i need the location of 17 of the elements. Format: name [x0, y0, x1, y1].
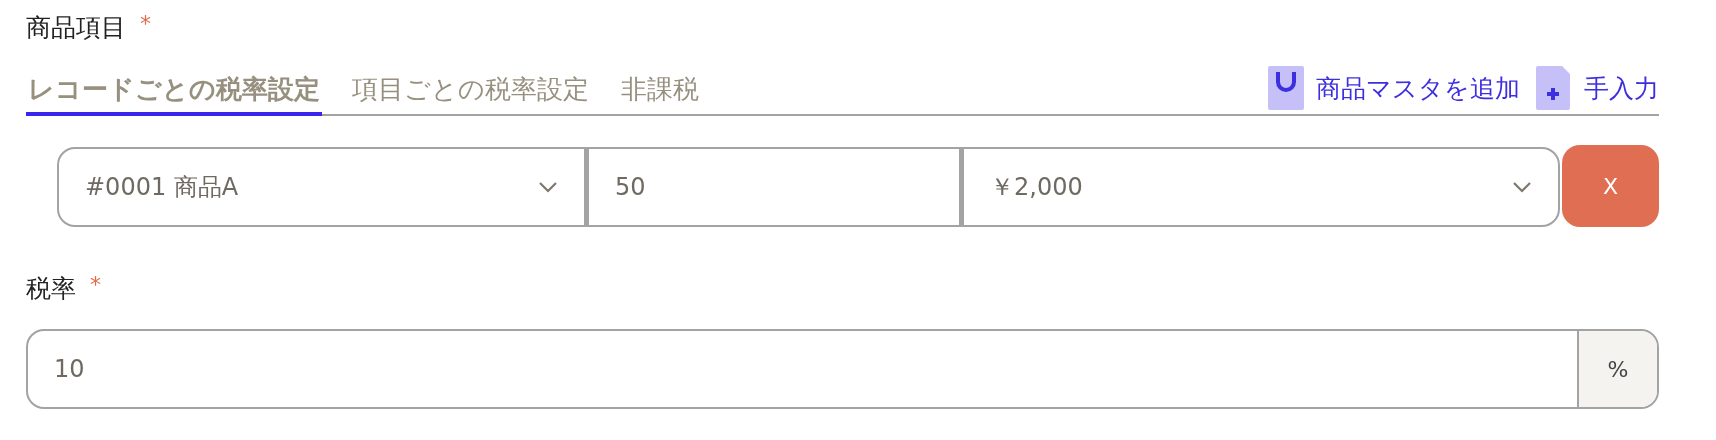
- field-label: 税率: [26, 273, 76, 305]
- product-select[interactable]: #0001 商品A: [57, 147, 586, 227]
- tab[interactable]: レコードごとの税率設定: [26, 72, 322, 116]
- manual-entry-button[interactable]: 手入力: [1536, 66, 1659, 110]
- price-select[interactable]: ￥2,000: [961, 147, 1560, 227]
- field-label: 商品項目: [26, 12, 126, 44]
- chevron-down-icon: [538, 181, 558, 193]
- quantity-field[interactable]: 50: [586, 147, 961, 227]
- required-mark: *: [140, 10, 151, 38]
- add-document-icon: [1536, 66, 1572, 110]
- delete-button[interactable]: X: [1562, 145, 1659, 227]
- chevron-down-icon: [1512, 181, 1532, 193]
- tab[interactable]: 項目ごとの税率設定: [350, 72, 591, 116]
- add-master-button[interactable]: 商品マスタを追加: [1268, 66, 1520, 110]
- magnet-icon: [1268, 66, 1304, 110]
- tab[interactable]: 非課税: [619, 72, 701, 116]
- required-mark: *: [90, 271, 101, 299]
